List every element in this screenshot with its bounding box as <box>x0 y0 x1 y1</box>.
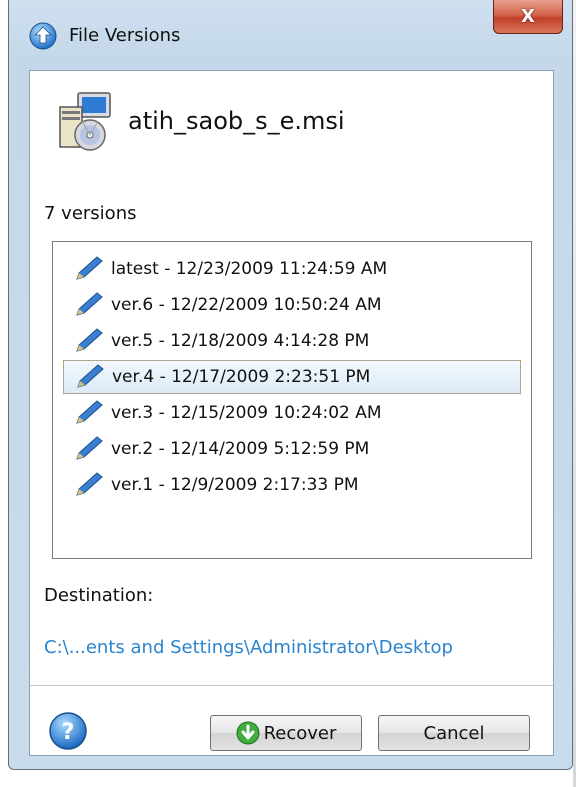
destination-path-link[interactable]: C:\...ents and Settings\Administrator\De… <box>44 637 453 658</box>
version-item[interactable]: ver.2 - 12/14/2009 5:12:59 PM <box>63 432 521 466</box>
title-bar: File Versions X <box>9 0 572 70</box>
file-versions-icon <box>29 22 57 50</box>
versions-count: 7 versions <box>44 203 137 224</box>
destination-label: Destination: <box>44 585 154 606</box>
file-versions-dialog: File Versions X atih_saob_s_e.msi 7 vers… <box>8 0 573 770</box>
recover-button-label: Recover <box>263 722 337 744</box>
pencil-icon <box>76 400 103 424</box>
version-label: latest - 12/23/2009 11:24:59 AM <box>111 259 388 279</box>
version-list[interactable]: latest - 12/23/2009 11:24:59 AM ver.6 - … <box>52 241 532 559</box>
version-item[interactable]: ver.1 - 12/9/2009 2:17:33 PM <box>63 468 521 502</box>
version-item[interactable]: ver.3 - 12/15/2009 10:24:02 AM <box>63 396 521 430</box>
version-label: ver.4 - 12/17/2009 2:23:51 PM <box>112 367 371 387</box>
version-label: ver.1 - 12/9/2009 2:17:33 PM <box>111 475 359 495</box>
help-icon[interactable]: ? <box>48 711 88 751</box>
pencil-icon <box>76 328 103 352</box>
file-name: atih_saob_s_e.msi <box>128 107 345 135</box>
pencil-icon <box>76 436 103 460</box>
version-item[interactable]: latest - 12/23/2009 11:24:59 AM <box>63 252 521 286</box>
close-button[interactable]: X <box>493 0 563 34</box>
version-item[interactable]: ver.5 - 12/18/2009 4:14:28 PM <box>63 324 521 358</box>
divider <box>30 685 553 686</box>
pencil-icon <box>76 292 103 316</box>
cancel-button[interactable]: Cancel <box>378 715 530 751</box>
version-label: ver.3 - 12/15/2009 10:24:02 AM <box>111 403 382 423</box>
version-item[interactable]: ver.6 - 12/22/2009 10:50:24 AM <box>63 288 521 322</box>
cancel-button-label: Cancel <box>423 722 485 744</box>
svg-text:?: ? <box>62 720 75 745</box>
pencil-icon <box>76 472 103 496</box>
msi-installer-icon <box>59 92 111 151</box>
recover-button[interactable]: Recover <box>210 715 362 751</box>
version-label: ver.2 - 12/14/2009 5:12:59 PM <box>111 439 370 459</box>
pencil-icon <box>77 364 104 388</box>
version-item-selected[interactable]: ver.4 - 12/17/2009 2:23:51 PM <box>63 360 521 394</box>
recover-arrow-icon <box>236 721 260 745</box>
version-label: ver.5 - 12/18/2009 4:14:28 PM <box>111 331 370 351</box>
pencil-icon <box>76 256 103 280</box>
dialog-content: atih_saob_s_e.msi 7 versions latest - 12… <box>29 70 554 756</box>
window-title: File Versions <box>69 25 181 46</box>
close-icon: X <box>521 6 535 27</box>
version-label: ver.6 - 12/22/2009 10:50:24 AM <box>111 295 382 315</box>
